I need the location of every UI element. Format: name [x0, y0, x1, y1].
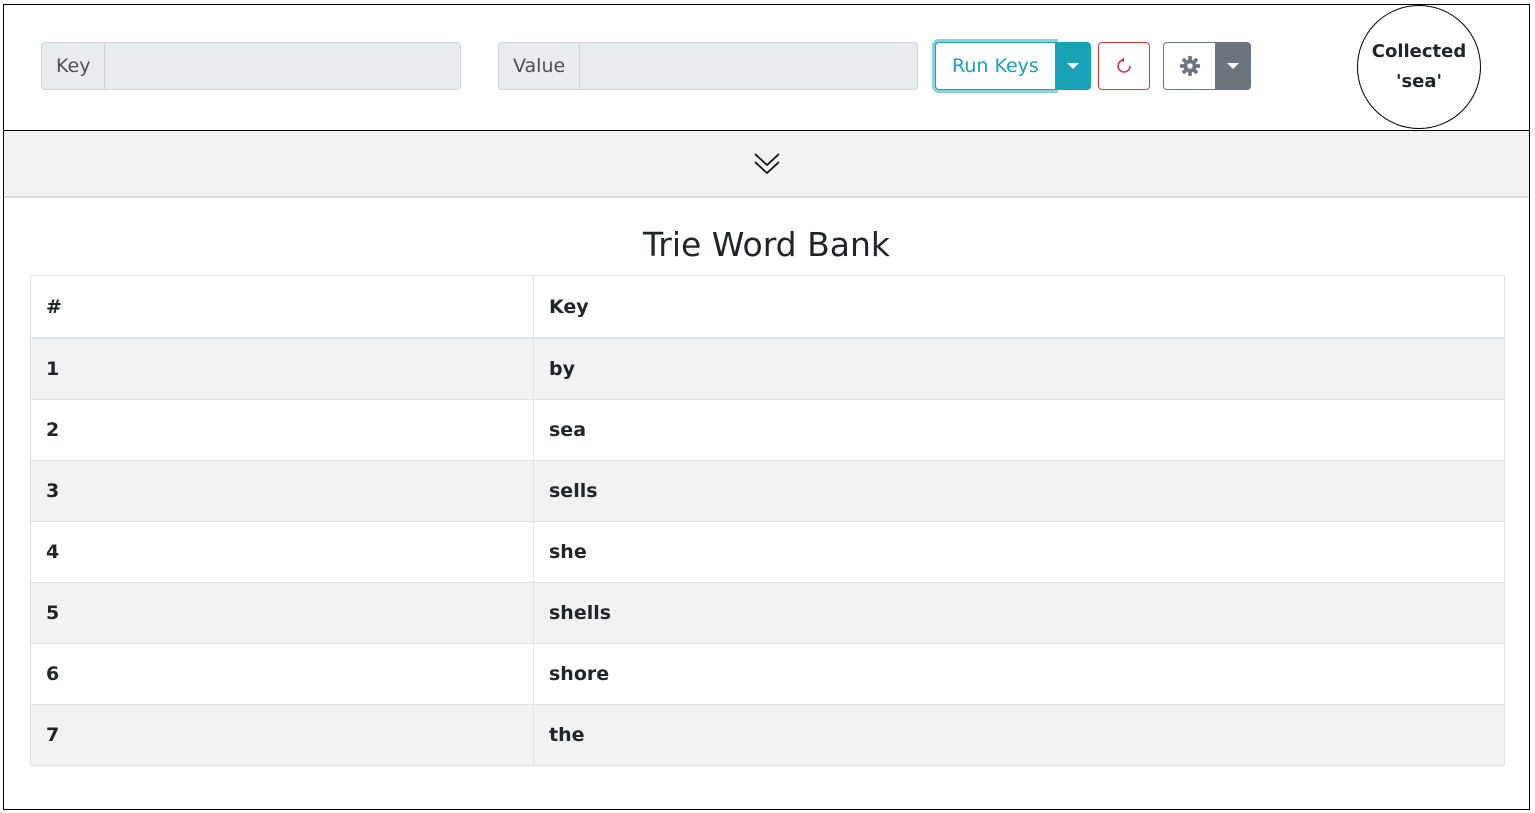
column-header-key: Key	[533, 275, 1505, 339]
app-frame: Key Value Run Keys Collected 'sea' Trie …	[3, 4, 1530, 810]
row-key: sea	[533, 399, 1505, 461]
double-chevron-down-icon	[753, 152, 780, 174]
column-header-number: #	[30, 275, 534, 339]
row-number: 3	[30, 460, 534, 522]
status-line-1: Collected	[1371, 41, 1467, 62]
value-input[interactable]	[580, 43, 917, 89]
word-bank-table: # Key 1 by 2 sea 3 sells 4 she 5 shells …	[30, 275, 1505, 766]
key-input[interactable]	[105, 43, 460, 89]
table-row: 3 sells	[30, 460, 1505, 522]
row-key: shore	[533, 643, 1505, 705]
reset-icon	[1117, 57, 1131, 73]
row-number: 5	[30, 582, 534, 644]
table-row: 7 the	[30, 704, 1505, 766]
settings-dropdown-toggle[interactable]	[1215, 42, 1251, 90]
run-keys-group: Run Keys	[935, 42, 1091, 90]
row-number: 6	[30, 643, 534, 705]
table-header-row: # Key	[30, 275, 1505, 339]
status-indicator: Collected 'sea'	[1357, 5, 1481, 129]
value-input-group: Value	[498, 42, 918, 90]
table-row: 2 sea	[30, 399, 1505, 461]
row-key: by	[533, 337, 1505, 400]
reset-button[interactable]	[1098, 42, 1150, 90]
row-number: 2	[30, 399, 534, 461]
gear-icon	[1179, 55, 1200, 77]
settings-button[interactable]	[1163, 42, 1215, 90]
run-keys-button[interactable]: Run Keys	[935, 42, 1055, 90]
row-key: sells	[533, 460, 1505, 522]
row-number: 1	[30, 337, 534, 400]
row-key: shells	[533, 582, 1505, 644]
collapse-toggle[interactable]	[4, 131, 1529, 198]
row-key: she	[533, 521, 1505, 583]
key-label: Key	[42, 43, 106, 89]
table-row: 5 shells	[30, 582, 1505, 644]
row-number: 7	[30, 704, 534, 766]
page-title: Trie Word Bank	[642, 225, 891, 264]
caret-down-icon	[1227, 63, 1239, 69]
toolbar: Key Value Run Keys Collected 'sea'	[4, 5, 1529, 131]
value-label: Value	[499, 43, 581, 89]
key-input-group: Key	[41, 42, 461, 90]
status-line-2: 'sea'	[1395, 71, 1443, 92]
table-row: 6 shore	[30, 643, 1505, 705]
settings-group	[1163, 42, 1251, 90]
table-row: 4 she	[30, 521, 1505, 583]
table-row: 1 by	[30, 337, 1505, 400]
row-number: 4	[30, 521, 534, 583]
caret-down-icon	[1066, 63, 1079, 69]
run-keys-dropdown-toggle[interactable]	[1054, 42, 1091, 90]
row-key: the	[533, 704, 1505, 766]
